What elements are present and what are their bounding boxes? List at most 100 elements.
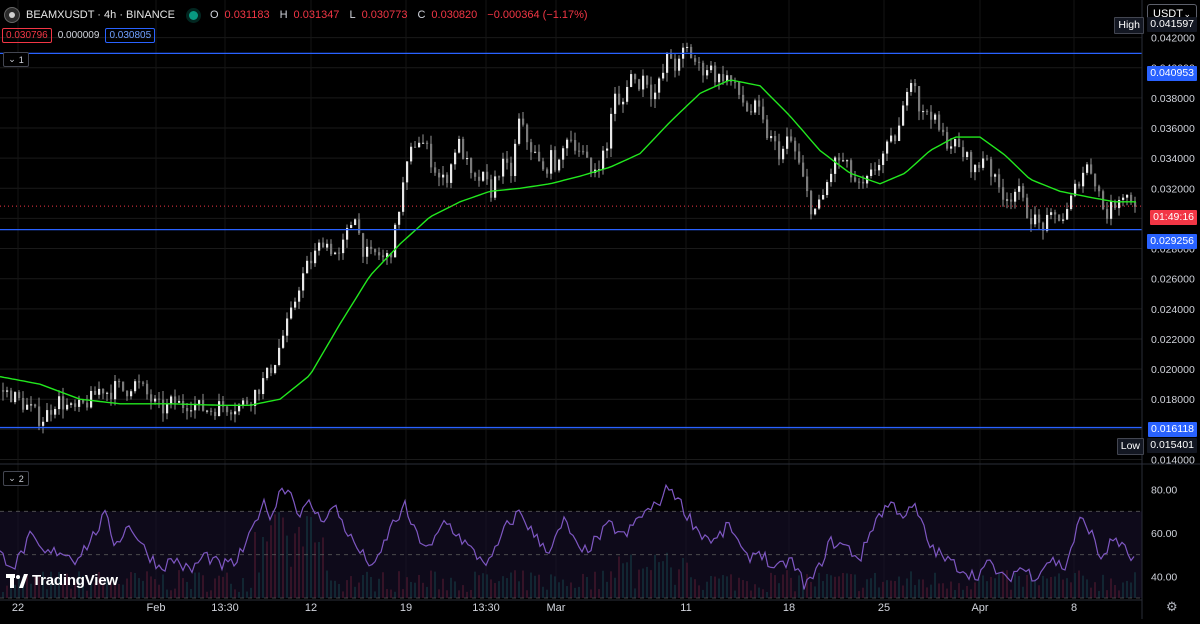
candle-body: [750, 111, 753, 113]
price-tick-label: 0.034000: [1151, 153, 1195, 165]
candle-body: [94, 391, 97, 395]
symbol-title[interactable]: BEAMXUSDT · 4h · BINANCE: [26, 9, 175, 21]
candle-body: [802, 162, 805, 177]
high-tag: High: [1114, 17, 1144, 34]
candle-body: [226, 406, 229, 413]
candle-body: [986, 158, 989, 160]
candle-body: [490, 179, 493, 198]
candle-body: [210, 410, 213, 412]
candle-body: [638, 79, 641, 90]
candle-body: [670, 53, 673, 59]
candle-body: [602, 150, 605, 170]
candle-body: [734, 81, 737, 83]
time-tick-label: 19: [400, 602, 412, 614]
candle-body: [230, 412, 233, 415]
candle-body: [854, 177, 857, 182]
candle-body: [970, 152, 973, 173]
mid-line-price-tag[interactable]: 0.029256: [1147, 234, 1197, 249]
candle-body: [694, 58, 697, 62]
candle-body: [570, 139, 573, 141]
tradingview-logo[interactable]: TradingView: [6, 572, 118, 589]
candle-body: [218, 401, 221, 417]
candle-body: [38, 406, 41, 426]
chart-svg[interactable]: 0.0420000.0400000.0380000.0360000.034000…: [0, 0, 1200, 619]
candle-body: [122, 381, 125, 391]
candle-body: [66, 404, 69, 410]
coin-logo-icon: [4, 7, 20, 23]
candle-body: [774, 136, 777, 142]
candle-body: [938, 114, 941, 130]
candle-body: [142, 382, 145, 384]
candle-body: [1058, 214, 1061, 221]
candle-body: [270, 367, 273, 374]
gear-icon[interactable]: ⚙: [1166, 600, 1180, 614]
candle-body: [874, 169, 877, 171]
candle-body: [70, 403, 73, 405]
candle-body: [686, 46, 689, 48]
price-tick-label: 0.026000: [1151, 274, 1195, 286]
price-tick-label: 0.024000: [1151, 304, 1195, 316]
candle-body: [534, 151, 537, 153]
chart-stage[interactable]: 0.0420000.0400000.0380000.0360000.034000…: [0, 0, 1200, 619]
candle-body: [502, 158, 505, 177]
rsi-tick-label: 40.00: [1151, 571, 1177, 583]
candle-body: [838, 157, 841, 161]
candle-body: [354, 219, 357, 226]
time-tick-label: 25: [878, 602, 890, 614]
time-tick-label: 13:30: [472, 602, 500, 614]
candle-body: [862, 181, 865, 184]
countdown-tag: 01:49:16: [1150, 210, 1197, 225]
candle-body: [894, 135, 897, 141]
candle-body: [74, 403, 77, 407]
candle-body: [786, 136, 789, 149]
candle-body: [586, 151, 589, 158]
candle-body: [134, 381, 137, 392]
candle-body: [58, 396, 61, 410]
ask-price[interactable]: 0.030805: [105, 28, 156, 43]
candle-body: [778, 141, 781, 160]
candle-body: [994, 174, 997, 177]
time-tick-label: 8: [1071, 602, 1077, 614]
candle-body: [738, 82, 741, 95]
candle-body: [654, 92, 657, 100]
candle-body: [1130, 194, 1133, 203]
candle-body: [414, 146, 417, 148]
time-tick-label: 22: [12, 602, 24, 614]
upper-line-price-tag[interactable]: 0.040953: [1147, 66, 1197, 81]
candle-body: [578, 150, 581, 152]
candle-body: [466, 158, 469, 160]
candle-body: [658, 78, 661, 93]
high-value: 0.031347: [293, 9, 340, 21]
rsi-tick-label: 80.00: [1151, 485, 1177, 497]
candle-body: [26, 404, 29, 410]
candle-body: [562, 148, 565, 160]
candle-body: [334, 252, 337, 255]
candle-body: [1030, 218, 1033, 225]
candle-body: [634, 74, 637, 80]
candle-body: [1086, 164, 1089, 173]
candle-body: [322, 242, 325, 248]
candle-body: [554, 150, 557, 171]
main-pane-toggle[interactable]: ⌄ 1: [3, 52, 29, 67]
candle-body: [1114, 201, 1117, 209]
close-label: C: [417, 9, 426, 21]
candle-body: [506, 158, 509, 163]
candle-body: [914, 83, 917, 87]
candle-body: [846, 160, 849, 162]
candle-body: [306, 260, 309, 274]
candle-body: [146, 383, 149, 395]
candle-body: [1054, 212, 1057, 215]
candle-body: [362, 233, 365, 257]
candle-body: [214, 411, 217, 417]
candle-body: [350, 225, 353, 228]
bid-price[interactable]: 0.030796: [2, 28, 52, 43]
price-tick-label: 0.014000: [1151, 455, 1195, 467]
lower-line-price-tag[interactable]: 0.016118: [1147, 422, 1197, 437]
candle-body: [426, 142, 429, 144]
price-tick-label: 0.042000: [1151, 33, 1195, 45]
candle-body: [1126, 194, 1129, 198]
candle-body: [842, 160, 845, 162]
candle-body: [1022, 186, 1025, 198]
low-value: 0.030773: [361, 9, 408, 21]
indicator-pane-toggle[interactable]: ⌄ 2: [3, 471, 29, 486]
